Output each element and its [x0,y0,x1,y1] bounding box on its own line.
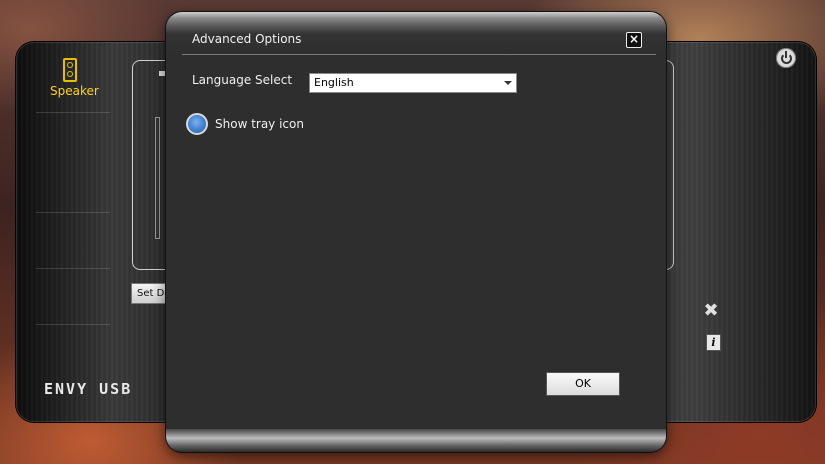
advanced-options-dialog: Advanced Options × Language Select Engli… [166,12,666,452]
show-tray-icon-label[interactable]: Show tray icon [215,117,304,131]
brand-logo: ENVY USB [44,380,133,398]
volume-slider[interactable] [155,117,160,239]
sidebar-item-empty-2[interactable] [36,156,110,213]
chevron-down-icon[interactable] [504,81,512,85]
sidebar-item-empty-3[interactable] [36,212,110,269]
ok-button[interactable]: OK [546,372,620,396]
info-icon[interactable]: i [706,334,721,351]
speaker-icon [63,58,77,82]
close-button[interactable]: × [626,32,642,48]
tools-icon[interactable]: ✖ [700,300,722,322]
language-select[interactable]: English [309,73,517,93]
sidebar-item-label: Speaker [50,84,99,98]
title-divider [182,54,656,55]
sidebar-item-speaker[interactable]: Speaker [36,50,110,113]
power-icon[interactable] [776,48,796,68]
dialog-title: Advanced Options [192,32,302,46]
language-select-value: English [314,76,354,89]
language-select-label: Language Select [192,73,293,87]
sidebar-item-empty-4[interactable] [36,268,110,325]
dialog-bottom-bar [166,429,666,452]
show-tray-icon-radio[interactable] [186,113,208,135]
